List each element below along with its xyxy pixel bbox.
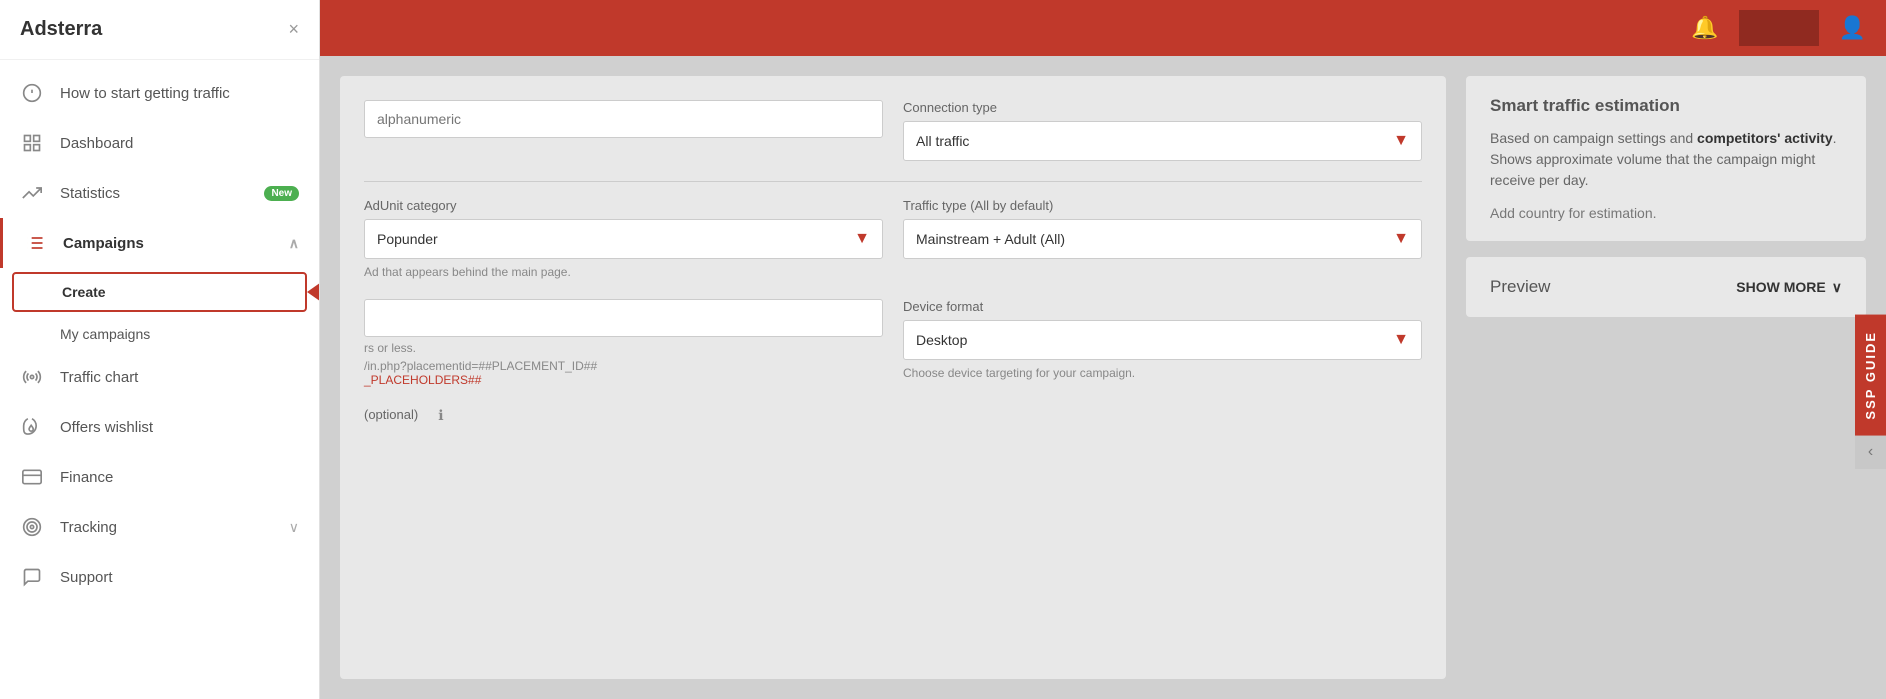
show-more-button[interactable]: SHOW MORE ∨ — [1736, 279, 1842, 296]
sidebar-item-label-traffic-chart: Traffic chart — [60, 369, 299, 386]
form-divider-1 — [364, 181, 1422, 182]
content-area: Connection type All traffic ▼ AdUnit cat… — [320, 56, 1886, 699]
device-format-col: Device format Desktop ▼ Choose device ta… — [903, 299, 1422, 380]
credit-card-icon — [20, 465, 44, 489]
url-line1: /in.php?placementid=##PLACEMENT_ID## — [364, 359, 883, 373]
traffic-type-label: Traffic type (All by default) — [903, 198, 1422, 213]
grid-icon — [20, 131, 44, 155]
target-icon — [20, 515, 44, 539]
ssp-guide-chevron[interactable]: ‹ — [1855, 435, 1886, 469]
form-panel: Connection type All traffic ▼ AdUnit cat… — [340, 76, 1446, 679]
sidebar-item-dashboard[interactable]: Dashboard — [0, 118, 319, 168]
campaigns-chevron-icon: ∧ — [289, 235, 299, 252]
traffic-type-select[interactable]: Mainstream + Adult (All) ▼ — [903, 219, 1422, 259]
alert-circle-icon — [20, 81, 44, 105]
traffic-type-arrow-icon: ▼ — [1393, 230, 1409, 248]
show-more-chevron-icon: ∨ — [1832, 279, 1842, 296]
create-arrow — [307, 278, 319, 306]
url-input[interactable] — [364, 299, 883, 337]
form-row-2: AdUnit category Popunder ▼ Ad that appea… — [364, 198, 1422, 279]
url-hint-text: rs or less. — [364, 341, 883, 355]
connection-type-select[interactable]: All traffic ▼ — [903, 121, 1422, 161]
trending-up-icon — [20, 181, 44, 205]
tracking-chevron-icon: ∨ — [289, 519, 299, 536]
radio-icon — [20, 365, 44, 389]
smart-estimation-text-before: Based on campaign settings and — [1490, 130, 1697, 146]
sidebar-item-label-statistics: Statistics — [60, 185, 256, 202]
form-row-1: Connection type All traffic ▼ — [364, 100, 1422, 161]
sidebar-item-label-dashboard: Dashboard — [60, 135, 299, 152]
smart-estimation-note: Add country for estimation. — [1490, 205, 1842, 221]
sidebar-item-offers-wishlist[interactable]: Offers wishlist — [0, 402, 319, 452]
sidebar-nav: How to start getting traffic Dashboard S… — [0, 60, 319, 699]
adunit-category-select[interactable]: Popunder ▼ — [364, 219, 883, 259]
connection-type-arrow-icon: ▼ — [1393, 132, 1409, 150]
adunit-category-value: Popunder — [377, 231, 438, 247]
info-icon: ℹ — [438, 407, 443, 424]
sidebar-item-label-create: Create — [62, 284, 106, 300]
sidebar-item-statistics[interactable]: Statistics New — [0, 168, 319, 218]
sidebar-item-campaigns[interactable]: Campaigns ∧ — [0, 218, 319, 268]
adunit-arrow-icon: ▼ — [854, 230, 870, 248]
sidebar-item-create[interactable]: Create — [12, 272, 307, 312]
right-panel: Smart traffic estimation Based on campai… — [1466, 76, 1866, 679]
sidebar-item-finance[interactable]: Finance — [0, 452, 319, 502]
sidebar-close-button[interactable]: × — [288, 19, 299, 40]
sidebar-item-how-to-start[interactable]: How to start getting traffic — [0, 68, 319, 118]
sidebar-item-traffic-chart[interactable]: Traffic chart — [0, 352, 319, 402]
sidebar-item-label-tracking: Tracking — [60, 519, 281, 536]
user-icon[interactable]: 👤 — [1839, 15, 1866, 41]
smart-estimation-card: Smart traffic estimation Based on campai… — [1466, 76, 1866, 241]
ssp-guide-tab[interactable]: SSP GUIDE — [1855, 315, 1886, 436]
preview-card: Preview SHOW MORE ∨ — [1466, 257, 1866, 317]
top-bar-button[interactable] — [1739, 10, 1819, 46]
adunit-col: AdUnit category Popunder ▼ Ad that appea… — [364, 198, 883, 279]
smart-estimation-text: Based on campaign settings and competito… — [1490, 128, 1842, 191]
sidebar-item-label-offers-wishlist: Offers wishlist — [60, 419, 299, 436]
alphanumeric-input[interactable] — [364, 100, 883, 138]
sidebar: Adsterra × How to start getting traffic … — [0, 0, 320, 699]
top-bar: 🔔 👤 — [320, 0, 1886, 56]
device-format-label: Device format — [903, 299, 1422, 314]
device-format-value: Desktop — [916, 332, 967, 348]
device-hint: Choose device targeting for your campaig… — [903, 366, 1422, 380]
smart-estimation-bold: competitors' activity — [1697, 130, 1833, 146]
flame-icon — [20, 415, 44, 439]
ssp-guide-container: SSP GUIDE ‹ — [1855, 315, 1886, 470]
sidebar-logo: Adsterra — [20, 18, 102, 41]
form-row-3: rs or less. /in.php?placementid=##PLACEM… — [364, 299, 1422, 387]
show-more-label: SHOW MORE — [1736, 279, 1825, 295]
traffic-type-col: Traffic type (All by default) Mainstream… — [903, 198, 1422, 259]
sidebar-item-label-finance: Finance — [60, 469, 299, 486]
message-circle-icon — [20, 565, 44, 589]
optional-label: (optional) — [364, 407, 418, 422]
notification-icon[interactable]: 🔔 — [1691, 15, 1718, 41]
sidebar-item-label-how-to-start: How to start getting traffic — [60, 85, 299, 102]
preview-title: Preview — [1490, 277, 1550, 297]
url-col: rs or less. /in.php?placementid=##PLACEM… — [364, 299, 883, 387]
sidebar-item-my-campaigns[interactable]: My campaigns — [0, 316, 319, 352]
adunit-category-label: AdUnit category — [364, 198, 883, 213]
main-content: 🔔 👤 Connection type All traffic ▼ — [320, 0, 1886, 699]
sidebar-item-tracking[interactable]: Tracking ∨ — [0, 502, 319, 552]
optional-row: (optional) ℹ — [364, 407, 1422, 428]
url-placeholders: _PLACEHOLDERS## — [364, 373, 883, 387]
smart-estimation-title: Smart traffic estimation — [1490, 96, 1842, 116]
statistics-new-badge: New — [264, 186, 299, 201]
sidebar-item-label-my-campaigns: My campaigns — [60, 326, 150, 342]
connection-type-col: Connection type All traffic ▼ — [903, 100, 1422, 161]
adunit-hint: Ad that appears behind the main page. — [364, 265, 883, 279]
sidebar-header: Adsterra × — [0, 0, 319, 60]
device-format-select[interactable]: Desktop ▼ — [903, 320, 1422, 360]
connection-type-value: All traffic — [916, 133, 969, 149]
device-format-arrow-icon: ▼ — [1393, 331, 1409, 349]
connection-type-label: Connection type — [903, 100, 1422, 115]
sidebar-item-label-support: Support — [60, 569, 299, 586]
list-icon — [23, 231, 47, 255]
sidebar-item-label-campaigns: Campaigns — [63, 235, 281, 252]
alphanumeric-col — [364, 100, 883, 138]
traffic-type-value: Mainstream + Adult (All) — [916, 231, 1065, 247]
sidebar-item-support[interactable]: Support — [0, 552, 319, 602]
